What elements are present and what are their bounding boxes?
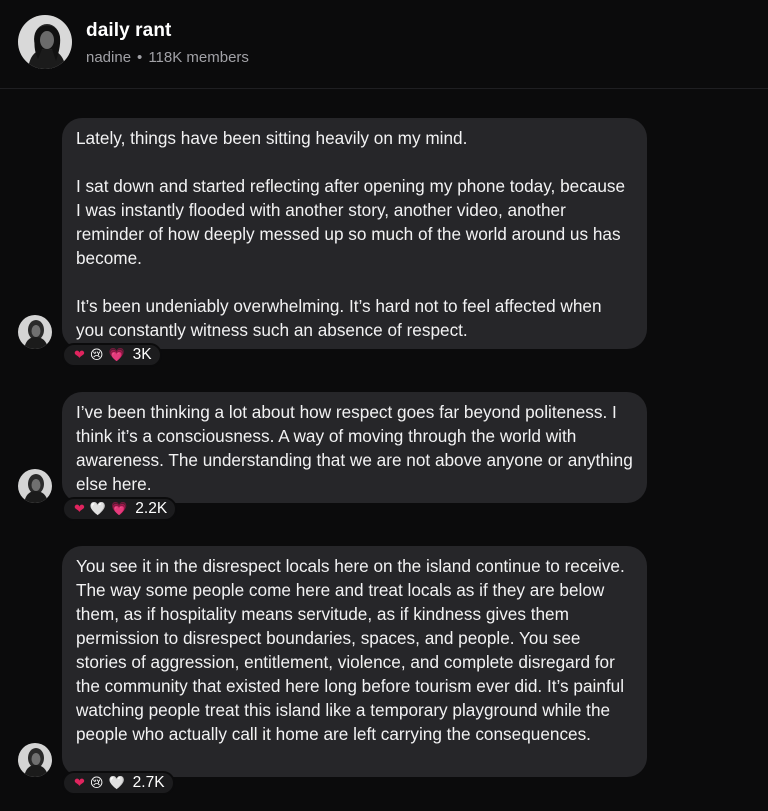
red-heart-icon: ❤ [74, 347, 85, 363]
message-paragraph: Lately, things have been sitting heavily… [76, 128, 468, 148]
channel-header: daily rant nadine • 118K members [0, 0, 768, 89]
member-count[interactable]: 118K members [148, 49, 249, 66]
reaction-bar[interactable]: ❤ 😢 💗 3K [62, 343, 162, 367]
crying-face-icon: 😢 [89, 775, 104, 791]
profile-photo-icon [18, 743, 52, 777]
channel-avatar[interactable] [18, 15, 72, 69]
sender-avatar[interactable] [18, 743, 52, 777]
profile-photo-icon [18, 315, 52, 349]
message-paragraph: I sat down and started reflecting after … [76, 176, 626, 268]
message-paragraph: You see it in the disrespect locals here… [76, 556, 625, 744]
pink-heart-icon: 💗 [111, 501, 128, 517]
reaction-bar[interactable]: ❤ 🤍 💗 2.2K [62, 497, 178, 521]
red-heart-icon: ❤ [74, 501, 85, 517]
profile-photo-icon [18, 469, 52, 503]
sender-avatar[interactable] [18, 469, 52, 503]
message-bubble[interactable]: Lately, things have been sitting heavily… [62, 118, 647, 349]
message-bubble[interactable]: I’ve been thinking a lot about how respe… [62, 392, 647, 503]
white-heart-icon: 🤍 [108, 775, 125, 791]
sender-avatar[interactable] [18, 315, 52, 349]
channel-meta: nadine • 118K members [86, 49, 249, 66]
profile-photo-icon [18, 15, 72, 69]
channel-title[interactable]: daily rant [86, 20, 171, 42]
meta-separator: • [137, 49, 143, 66]
white-heart-icon: 🤍 [89, 501, 107, 517]
reaction-bar[interactable]: ❤ 😢 🤍 2.7K [62, 771, 175, 795]
pink-heart-icon: 💗 [108, 347, 125, 363]
red-heart-icon: ❤ [74, 775, 85, 791]
crying-face-icon: 😢 [89, 347, 104, 363]
channel-owner[interactable]: nadine [86, 49, 131, 66]
message-bubble[interactable]: You see it in the disrespect locals here… [62, 546, 647, 777]
message-paragraph: I’ve been thinking a lot about how respe… [76, 402, 633, 494]
reaction-count: 2.2K [135, 500, 168, 517]
message-paragraph: It’s been undeniably overwhelming. It’s … [76, 296, 602, 340]
reaction-count: 2.7K [132, 774, 165, 791]
reaction-count: 3K [132, 346, 152, 363]
